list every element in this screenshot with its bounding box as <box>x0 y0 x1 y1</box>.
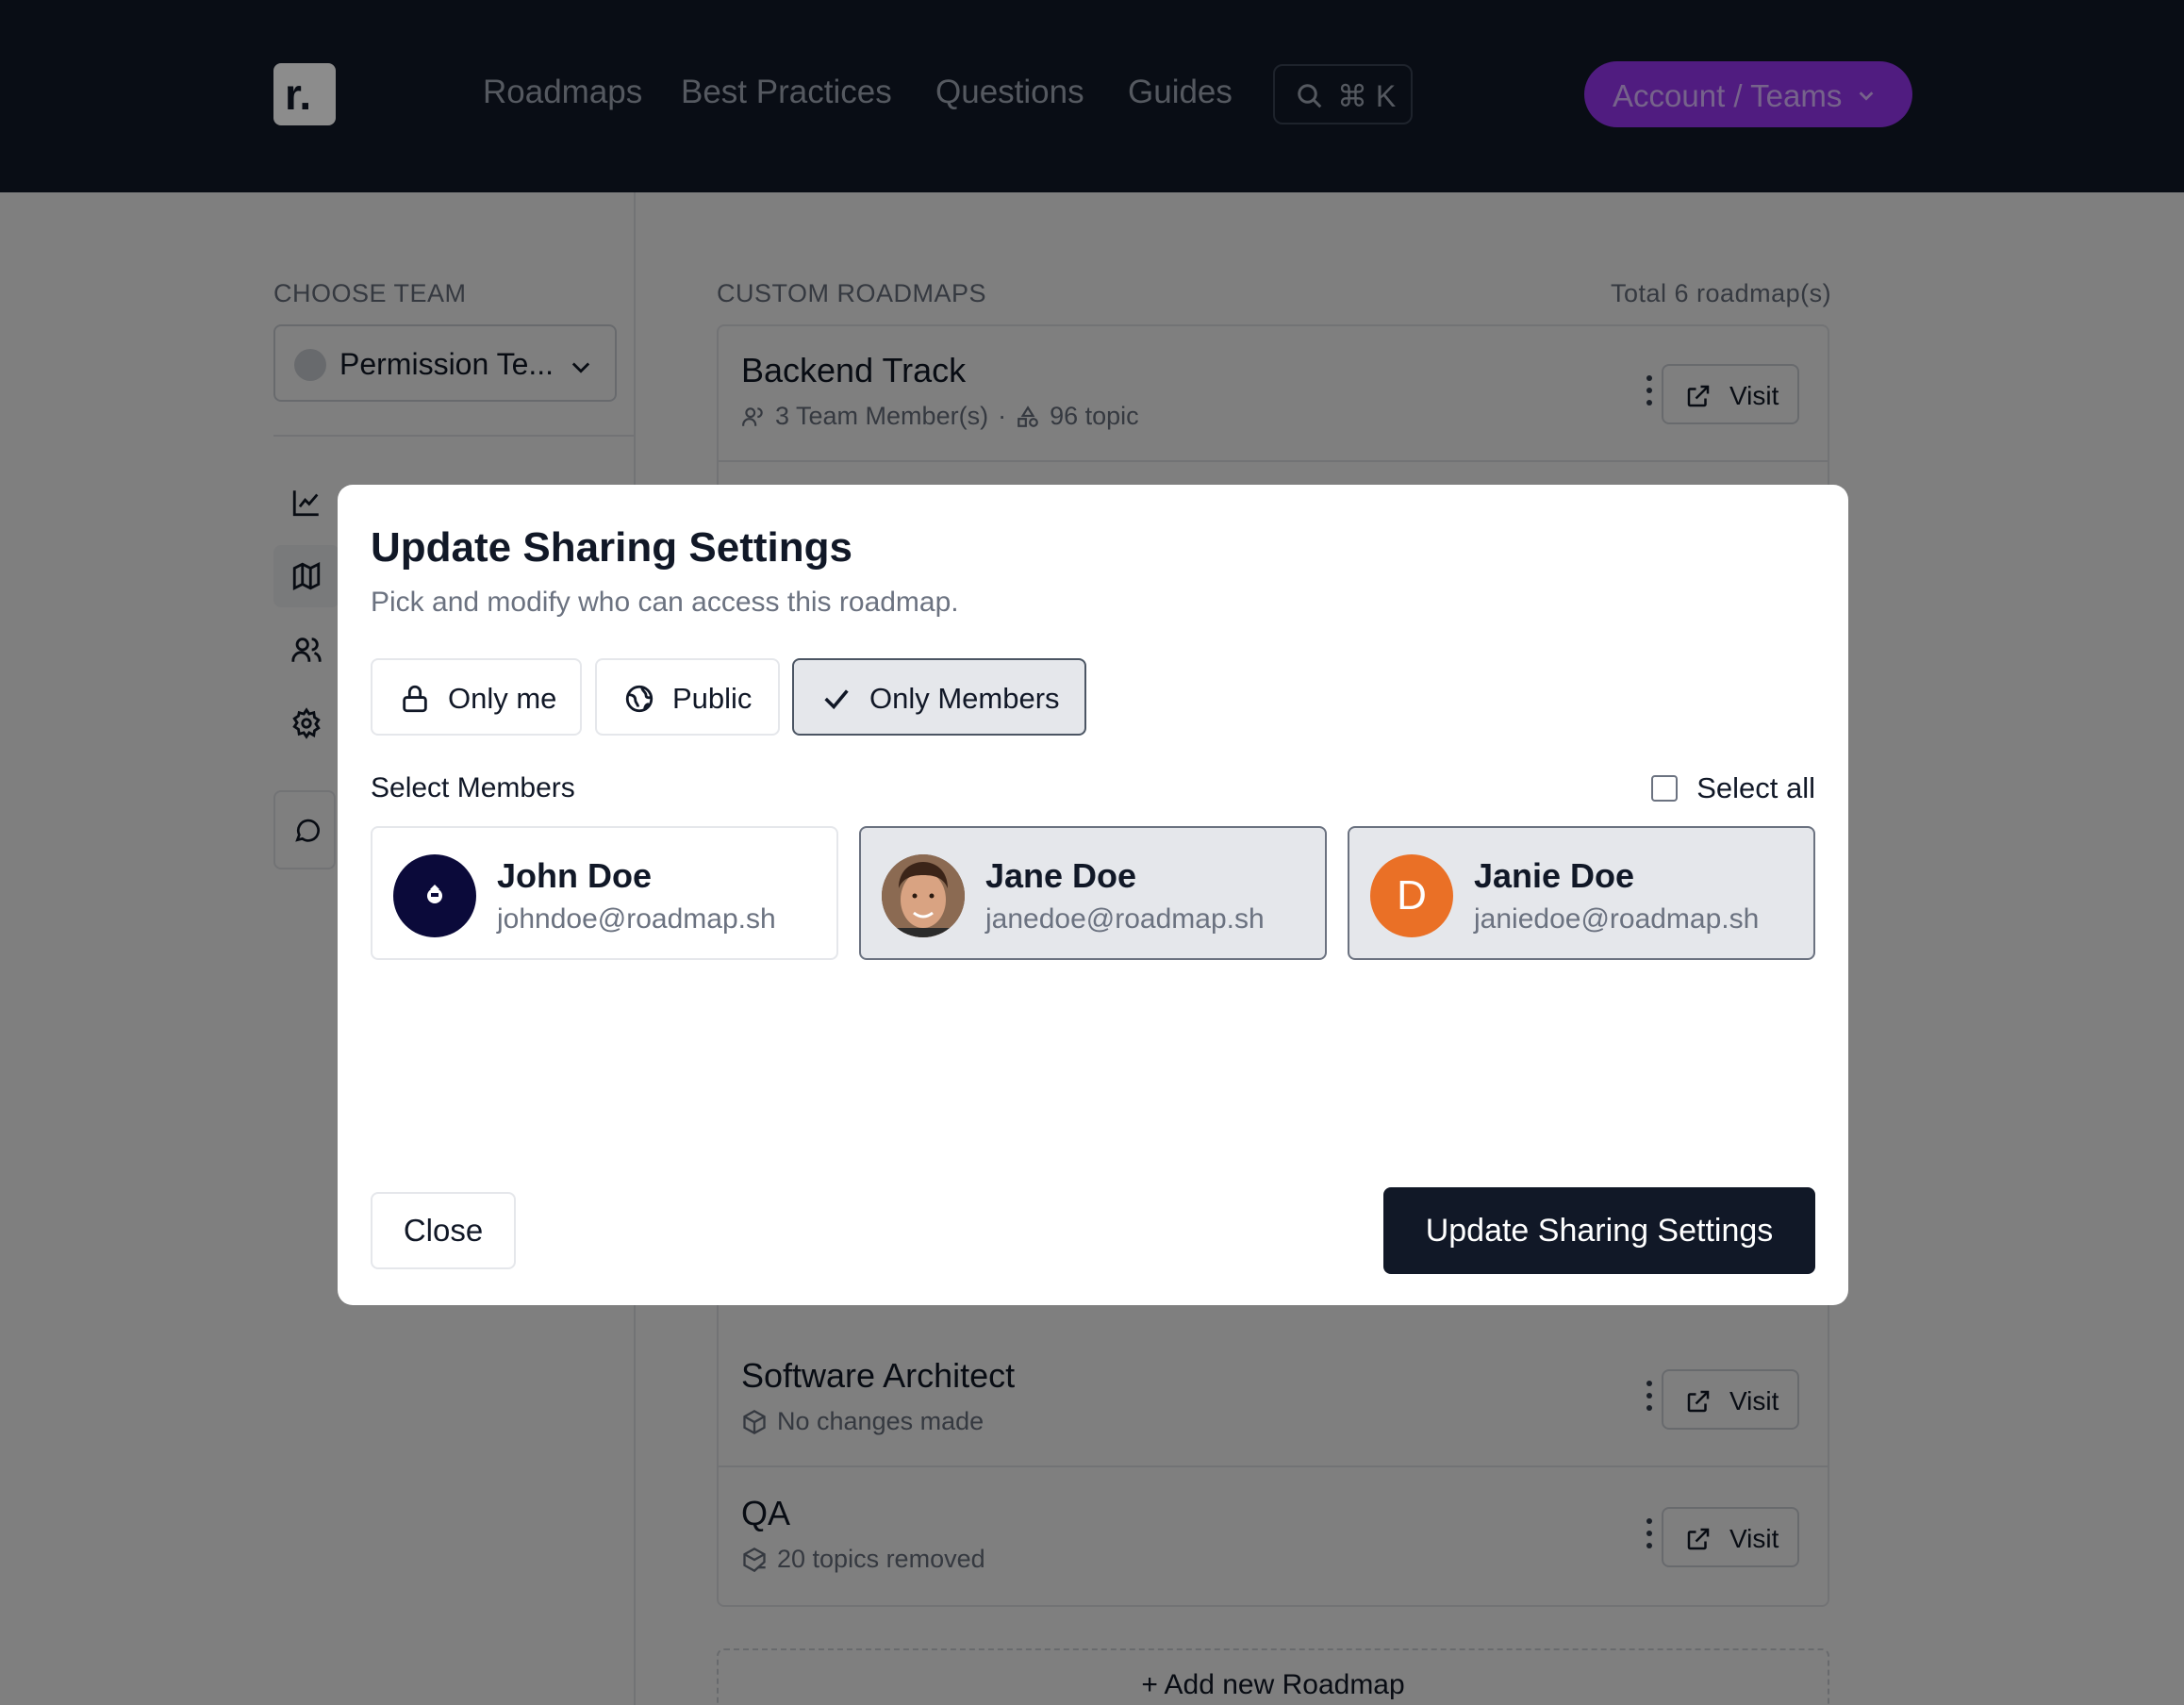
avatar <box>882 854 965 937</box>
update-sharing-settings-button[interactable]: Update Sharing Settings <box>1383 1187 1815 1274</box>
modal-backdrop-top <box>0 0 2184 192</box>
member-name: John Doe <box>497 856 653 895</box>
member-email: johndoe@roadmap.sh <box>497 903 776 935</box>
avatar-initial: D <box>1370 854 1453 937</box>
robot-avatar-icon <box>427 885 442 903</box>
sharing-settings-modal: Update Sharing Settings Pick and modify … <box>338 485 1848 1305</box>
member-card-jane-doe[interactable]: Jane Doe janedoe@roadmap.sh <box>859 826 1327 960</box>
member-email: janedoe@roadmap.sh <box>985 903 1265 935</box>
modal-subtitle: Pick and modify who can access this road… <box>371 587 959 618</box>
member-card-john-doe[interactable]: John Doe johndoe@roadmap.sh <box>371 826 838 960</box>
member-name: Janie Doe <box>1474 856 1635 895</box>
checkmark-icon <box>824 689 849 710</box>
visibility-only-members-button[interactable]: Only Members <box>792 658 1086 736</box>
member-email: janiedoe@roadmap.sh <box>1474 903 1760 935</box>
lock-icon <box>403 685 427 713</box>
visibility-only-me-button[interactable]: Only me <box>371 658 582 736</box>
select-all-label: Select all <box>1696 771 1815 804</box>
globe-icon <box>625 685 654 713</box>
public-label: Public <box>672 682 753 715</box>
select-members-label: Select Members <box>371 772 575 803</box>
avatar: D <box>1370 854 1453 937</box>
only-me-label: Only me <box>448 682 557 715</box>
visibility-public-button[interactable]: Public <box>595 658 780 736</box>
member-name: Jane Doe <box>985 856 1137 895</box>
modal-title: Update Sharing Settings <box>371 524 852 571</box>
avatar <box>393 854 476 937</box>
checkbox-box[interactable] <box>1651 775 1679 802</box>
member-card-janie-doe[interactable]: D Janie Doe janiedoe@roadmap.sh <box>1348 826 1815 960</box>
select-all-checkbox[interactable]: Select all <box>1651 771 1815 805</box>
only-members-label: Only Members <box>869 682 1060 715</box>
close-button[interactable]: Close <box>371 1192 516 1269</box>
person-photo-avatar <box>882 854 965 937</box>
